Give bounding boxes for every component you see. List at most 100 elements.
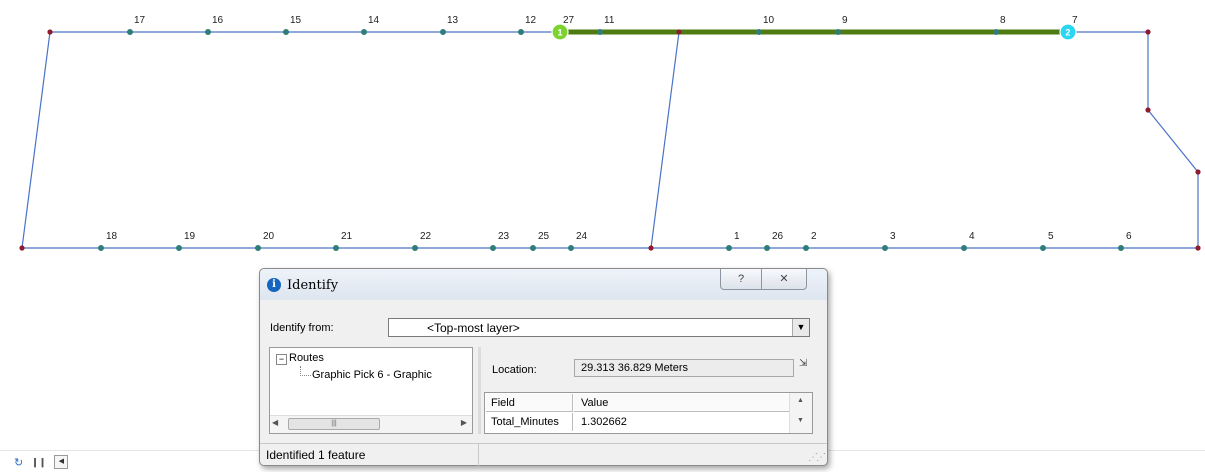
identify-from-value: <Top-most layer>: [427, 321, 520, 335]
node-label: 17: [134, 15, 146, 26]
tree-item-graphic-pick[interactable]: Graphic Pick 6 - Graphic: [312, 369, 432, 381]
chevron-down-icon[interactable]: ▼: [792, 319, 809, 336]
network-node: [597, 29, 603, 35]
junction-vertex: [47, 29, 53, 35]
vertical-scrollbar[interactable]: ▲ ▼: [789, 393, 812, 433]
network-node: [333, 245, 339, 251]
junction-vertex: [676, 29, 682, 35]
pause-icon[interactable]: ❙❙: [31, 457, 46, 468]
close-button[interactable]: ✕: [761, 269, 807, 290]
network-node: [98, 245, 104, 251]
node-label: 7: [1072, 15, 1078, 26]
info-icon: i: [267, 278, 281, 292]
network-node: [127, 29, 133, 35]
node-label: 24: [576, 231, 588, 242]
node-label: 27: [563, 15, 575, 26]
network-node: [1118, 245, 1124, 251]
network-edge: [650, 31, 680, 249]
stop-label: 2: [1065, 28, 1070, 38]
refresh-icon[interactable]: ↻: [14, 456, 23, 469]
node-label: 19: [184, 231, 196, 242]
network-node: [764, 245, 770, 251]
network-node: [412, 245, 418, 251]
pane-splitter[interactable]: [478, 347, 481, 434]
node-label: 8: [1000, 15, 1006, 26]
node-label: 21: [341, 231, 353, 242]
scroll-right-icon[interactable]: ▶: [461, 418, 467, 427]
network-node: [993, 29, 999, 35]
network-node: [835, 29, 841, 35]
identify-dialog: i Identify ? ✕ Identify from: <Top-most …: [259, 268, 828, 466]
network-edge: [21, 31, 1199, 249]
network-node: [176, 245, 182, 251]
node-label: 14: [368, 15, 380, 26]
network-node: [283, 29, 289, 35]
tree-item-routes[interactable]: Routes: [289, 352, 324, 364]
status-divider-line: [478, 444, 479, 466]
scroll-left-icon[interactable]: ◀: [272, 418, 278, 427]
node-label: 26: [772, 231, 784, 242]
column-header-field[interactable]: Field: [486, 394, 573, 412]
attribute-table: Field Value Total_Minutes 1.302662 ▲ ▼: [484, 392, 813, 434]
back-arrow-icon[interactable]: ◀: [54, 455, 69, 469]
node-label: 5: [1048, 231, 1054, 242]
junction-vertex: [1145, 29, 1151, 35]
network-node: [803, 245, 809, 251]
dialog-titlebar[interactable]: i Identify ? ✕: [260, 269, 827, 300]
junction-vertex: [1195, 245, 1201, 251]
map-tools: ↻ ❙❙ ◀: [14, 455, 69, 469]
network-node: [961, 245, 967, 251]
node-label: 11: [604, 15, 615, 26]
location-field: 29.313 36.829 Meters: [574, 359, 794, 377]
node-label: 25: [538, 231, 550, 242]
node-label: 15: [290, 15, 302, 26]
network-node: [518, 29, 524, 35]
horizontal-scrollbar[interactable]: ◀ ||| ▶: [270, 415, 472, 433]
network-node: [255, 245, 261, 251]
node-label: 6: [1126, 231, 1132, 242]
export-icon[interactable]: ⇲: [799, 358, 807, 369]
network-node: [1040, 245, 1046, 251]
location-label: Location:: [492, 364, 537, 376]
junction-vertex: [1145, 107, 1151, 113]
node-label: 22: [420, 231, 432, 242]
network-node: [568, 245, 574, 251]
column-header-value[interactable]: Value: [574, 394, 789, 412]
network-node: [530, 245, 536, 251]
node-label: 2: [811, 231, 817, 242]
identify-from-select[interactable]: <Top-most layer> ▼: [388, 318, 810, 337]
junction-vertex: [19, 245, 25, 251]
node-label: 9: [842, 15, 848, 26]
stop-label: 1: [557, 28, 562, 38]
status-text: Identified 1 feature: [266, 448, 366, 462]
node-label: 20: [263, 231, 275, 242]
network-node: [882, 245, 888, 251]
network-node: [205, 29, 211, 35]
results-tree: − Routes Graphic Pick 6 - Graphic ◀ ||| …: [269, 347, 473, 434]
table-cell-value: 1.302662: [581, 416, 627, 428]
dialog-statusbar: Identified 1 feature ⋰⋰: [260, 443, 827, 466]
node-label: 4: [969, 231, 975, 242]
resize-grip-icon[interactable]: ⋰⋰: [808, 452, 826, 463]
node-label: 23: [498, 231, 510, 242]
node-label: 1: [734, 231, 740, 242]
network-node: [361, 29, 367, 35]
node-label: 13: [447, 15, 459, 26]
node-label: 3: [890, 231, 896, 242]
help-button[interactable]: ?: [720, 269, 762, 290]
tree-connector: [300, 366, 311, 376]
node-label: 16: [212, 15, 224, 26]
table-cell-field: Total_Minutes: [486, 413, 573, 431]
junction-vertex: [648, 245, 654, 251]
network-node: [490, 245, 496, 251]
dialog-title: Identify: [287, 278, 339, 293]
network-node: [756, 29, 762, 35]
network-node: [440, 29, 446, 35]
scroll-thumb[interactable]: |||: [288, 418, 380, 430]
location-value: 29.313 36.829 Meters: [581, 362, 689, 374]
scroll-up-icon[interactable]: ▲: [797, 397, 804, 404]
node-label: 10: [763, 15, 775, 26]
collapse-icon[interactable]: −: [276, 354, 287, 365]
scroll-down-icon[interactable]: ▼: [797, 417, 804, 424]
junction-vertex: [1195, 169, 1201, 175]
